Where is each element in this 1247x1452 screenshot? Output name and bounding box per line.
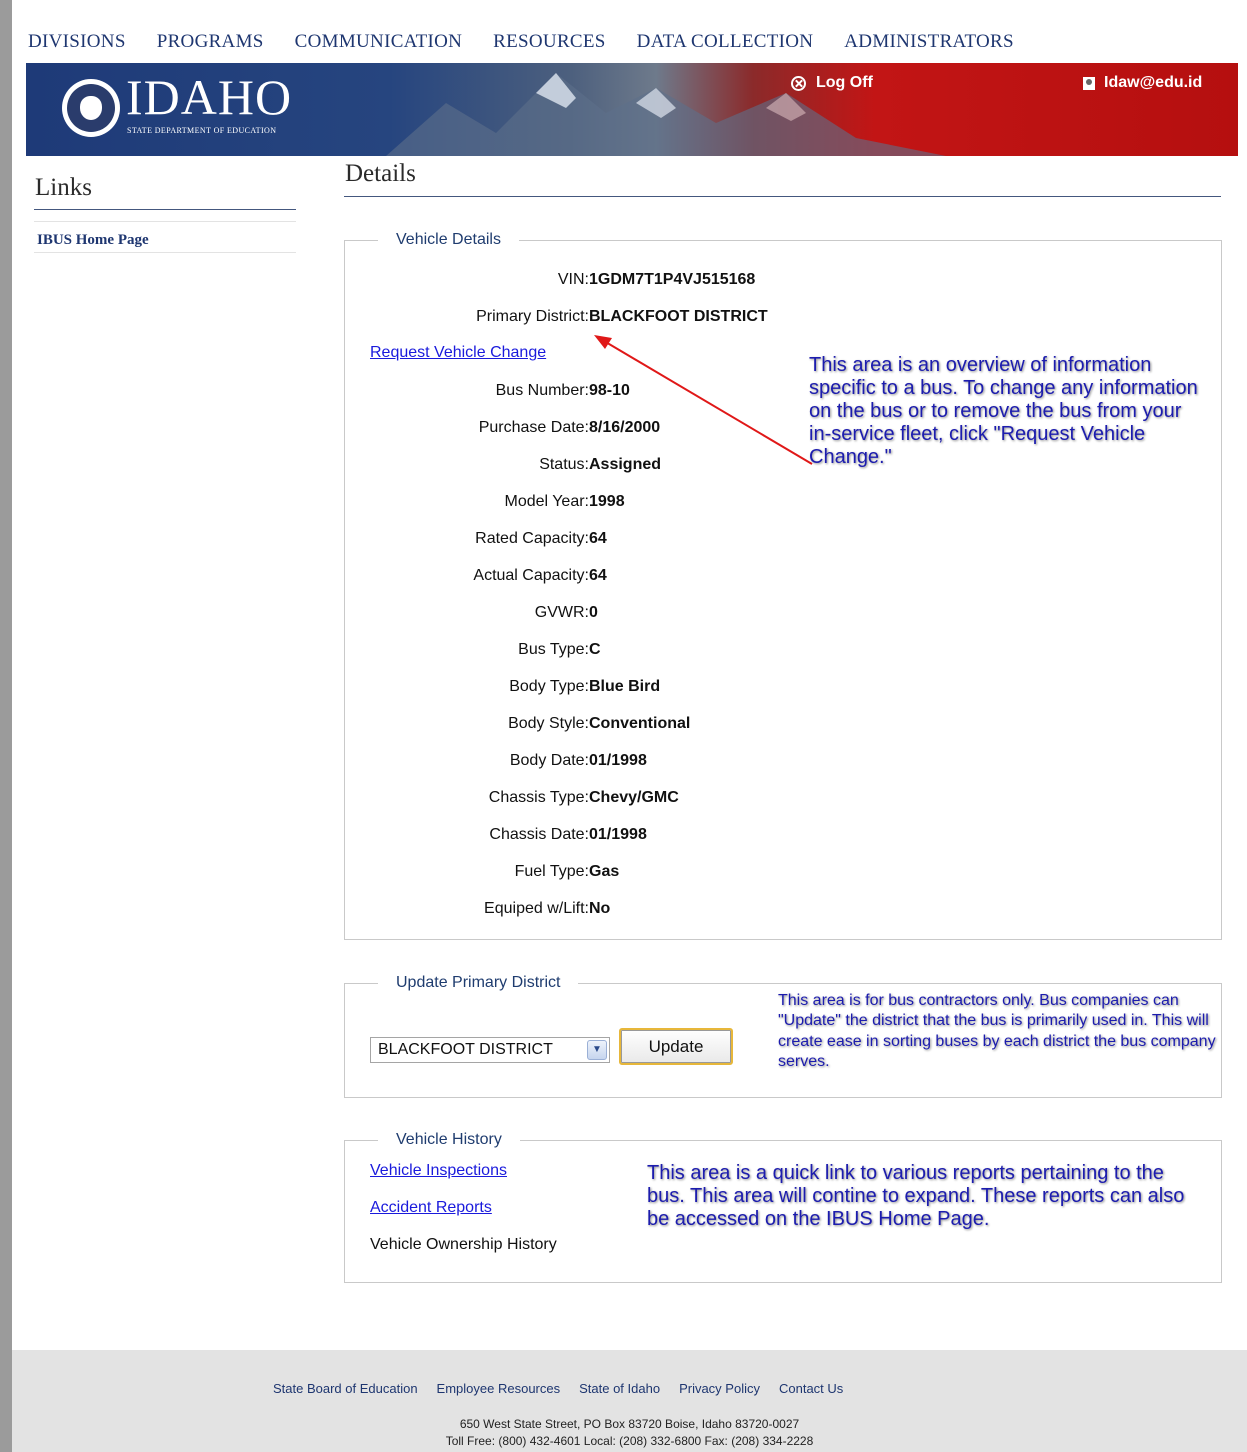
nav-data-collection[interactable]: DATA COLLECTION (637, 31, 814, 53)
field-value: 1GDM7T1P4VJ515168 (589, 271, 756, 288)
user-icon (1083, 76, 1095, 90)
field-label: Bus Type: (518, 641, 589, 658)
logoff-label: Log Off (816, 74, 873, 91)
field-value: 01/1998 (589, 752, 647, 769)
field-label: Status: (539, 456, 589, 473)
field-bus-type: Bus Type: C (345, 641, 905, 663)
update-district-legend: Update Primary District (396, 974, 561, 991)
header-banner: IDAHO STATE DEPARTMENT OF EDUCATION Log … (26, 63, 1238, 156)
logoff-link[interactable]: Log Off (791, 74, 873, 92)
footer-link-state-of-idaho[interactable]: State of Idaho (579, 1381, 660, 1396)
field-body-date: Body Date: 01/1998 (345, 752, 905, 774)
field-label: Bus Number: (495, 382, 589, 399)
top-nav: DIVISIONS PROGRAMS COMMUNICATION RESOURC… (28, 28, 1045, 56)
field-model-year: Model Year: 1998 (345, 493, 905, 515)
footer-link-state-board[interactable]: State Board of Education (273, 1381, 418, 1396)
brand-logo: IDAHO (126, 69, 293, 125)
field-label: Body Date: (509, 752, 589, 769)
user-email: Idaw@edu.id (1104, 74, 1203, 91)
field-vin: VIN: 1GDM7T1P4VJ515168 (345, 271, 905, 293)
vehicle-details-legend: Vehicle Details (396, 231, 501, 248)
field-value: 01/1998 (589, 826, 647, 843)
field-label: Actual Capacity: (473, 567, 589, 584)
vehicle-history-note: This area is a quick link to various rep… (647, 1162, 1185, 1230)
arrow-icon (594, 335, 813, 465)
field-value: No (589, 900, 611, 917)
field-label: Body Type: (509, 678, 589, 695)
field-value: 64 (589, 567, 607, 584)
field-gvwr: GVWR: 0 (345, 604, 905, 626)
district-select-value: BLACKFOOT DISTRICT (378, 1041, 553, 1058)
field-label: Equiped w/Lift: (484, 900, 589, 917)
sidebar-list: IBUS Home Page (34, 221, 296, 253)
ownership-history-text: Vehicle Ownership History (370, 1236, 557, 1253)
field-rated-capacity: Rated Capacity: 64 (345, 530, 905, 552)
accident-reports-link[interactable]: Accident Reports (370, 1199, 492, 1217)
brand-subtitle: STATE DEPARTMENT OF EDUCATION (127, 126, 277, 135)
footer: State Board of Education Employee Resour… (12, 1350, 1247, 1452)
field-body-style: Body Style: Conventional (345, 715, 905, 737)
nav-resources[interactable]: RESOURCES (493, 31, 606, 53)
footer-links: State Board of Education Employee Resour… (273, 1381, 862, 1396)
field-value: 64 (589, 530, 607, 547)
update-button[interactable]: Update (619, 1028, 733, 1065)
left-rail (0, 0, 12, 1452)
district-select[interactable]: BLACKFOOT DISTRICT ▼ (370, 1037, 610, 1063)
chevron-down-icon: ▼ (587, 1040, 607, 1060)
vehicle-history-legend: Vehicle History (396, 1131, 502, 1148)
footer-address: 650 West State Street, PO Box 83720 Bois… (459, 1417, 800, 1431)
user-account: Idaw@edu.id (1083, 74, 1202, 92)
field-value: Chevy/GMC (589, 789, 679, 806)
field-label: Purchase Date: (478, 419, 589, 436)
field-value: Conventional (589, 715, 691, 732)
field-lift: Equiped w/Lift: No (345, 900, 905, 922)
update-district-note: This area is for bus contractors only. B… (778, 992, 1216, 1071)
field-label: Chassis Type: (488, 789, 589, 806)
footer-link-contact-us[interactable]: Contact Us (779, 1381, 843, 1396)
field-label: Rated Capacity: (475, 530, 589, 547)
nav-programs[interactable]: PROGRAMS (157, 31, 264, 53)
field-value: 0 (589, 604, 598, 621)
field-primary-district: Primary District: BLACKFOOT DISTRICT (345, 308, 905, 330)
page-title: Details (345, 160, 416, 187)
footer-link-privacy-policy[interactable]: Privacy Policy (679, 1381, 760, 1396)
footer-phones: Toll Free: (800) 432-4601 Local: (208) 3… (445, 1434, 814, 1448)
sidebar-divider (34, 209, 296, 210)
footer-link-employee-resources[interactable]: Employee Resources (437, 1381, 561, 1396)
field-actual-capacity: Actual Capacity: 64 (345, 567, 905, 589)
field-label: Model Year: (504, 493, 589, 510)
idaho-seal-icon (62, 79, 120, 137)
title-divider (344, 196, 1221, 197)
field-value: C (589, 641, 601, 658)
close-circle-icon (791, 75, 806, 91)
field-value: BLACKFOOT DISTRICT (589, 308, 768, 325)
field-fuel-type: Fuel Type: Gas (345, 863, 905, 885)
field-value: Gas (589, 863, 620, 880)
field-chassis-date: Chassis Date: 01/1998 (345, 826, 905, 848)
field-value: 1998 (589, 493, 625, 510)
field-value: Blue Bird (589, 678, 661, 695)
request-vehicle-change-link[interactable]: Request Vehicle Change (370, 344, 546, 362)
field-label: GVWR: (534, 604, 589, 621)
vehicle-inspections-link[interactable]: Vehicle Inspections (370, 1162, 507, 1180)
sidebar-item-ibus-home[interactable]: IBUS Home Page (37, 232, 149, 248)
field-label: Body Style: (508, 715, 589, 732)
nav-communication[interactable]: COMMUNICATION (295, 31, 463, 53)
field-body-type: Body Type: Blue Bird (345, 678, 905, 700)
vehicle-details-note: This area is an overview of information … (809, 354, 1198, 468)
sidebar-title: Links (35, 174, 92, 201)
field-chassis-type: Chassis Type: Chevy/GMC (345, 789, 905, 811)
field-label: VIN: (557, 271, 589, 288)
field-label: Primary District: (476, 308, 589, 325)
nav-divisions[interactable]: DIVISIONS (28, 31, 126, 53)
field-label: Fuel Type: (514, 863, 589, 880)
field-label: Chassis Date: (489, 826, 589, 843)
nav-administrators[interactable]: ADMINISTRATORS (844, 31, 1014, 53)
